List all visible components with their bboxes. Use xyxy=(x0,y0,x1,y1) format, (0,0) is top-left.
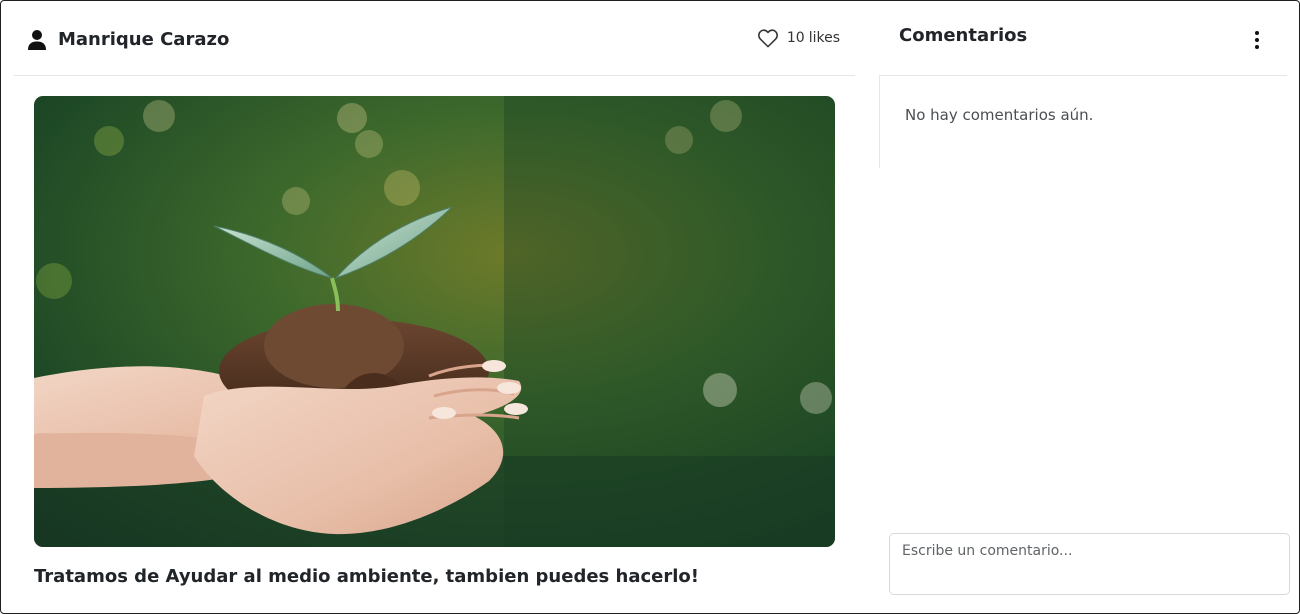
likes-label: likes xyxy=(808,30,840,46)
post-caption: Tratamos de Ayudar al medio ambiente, ta… xyxy=(34,566,699,587)
author-name[interactable]: Manrique Carazo xyxy=(58,28,229,52)
kebab-menu-icon[interactable] xyxy=(1249,28,1265,52)
author[interactable]: Manrique Carazo xyxy=(27,28,229,52)
no-comments-message: No hay comentarios aún. xyxy=(905,106,1094,124)
heart-outline-icon[interactable] xyxy=(757,28,779,48)
comment-input[interactable] xyxy=(889,533,1290,595)
comments-panel: Comentarios No hay comentarios aún. xyxy=(879,2,1290,614)
comments-list: No hay comentarios aún. xyxy=(879,76,1287,168)
user-icon xyxy=(27,29,47,51)
comments-title: Comentarios xyxy=(899,25,1028,46)
post-panel: Manrique Carazo 10 likes Tratamos de Ayu… xyxy=(14,2,855,614)
post-header: Manrique Carazo 10 likes xyxy=(14,2,855,76)
likes-count: 10 xyxy=(786,30,805,46)
post-image xyxy=(34,96,835,547)
menu-dot xyxy=(1255,38,1259,42)
post-card: Manrique Carazo 10 likes Tratamos de Ayu… xyxy=(0,0,1300,614)
like-button[interactable]: 10 likes xyxy=(757,28,840,48)
comments-header: Comentarios xyxy=(879,2,1287,76)
menu-dot xyxy=(1255,45,1259,49)
menu-dot xyxy=(1255,31,1259,35)
